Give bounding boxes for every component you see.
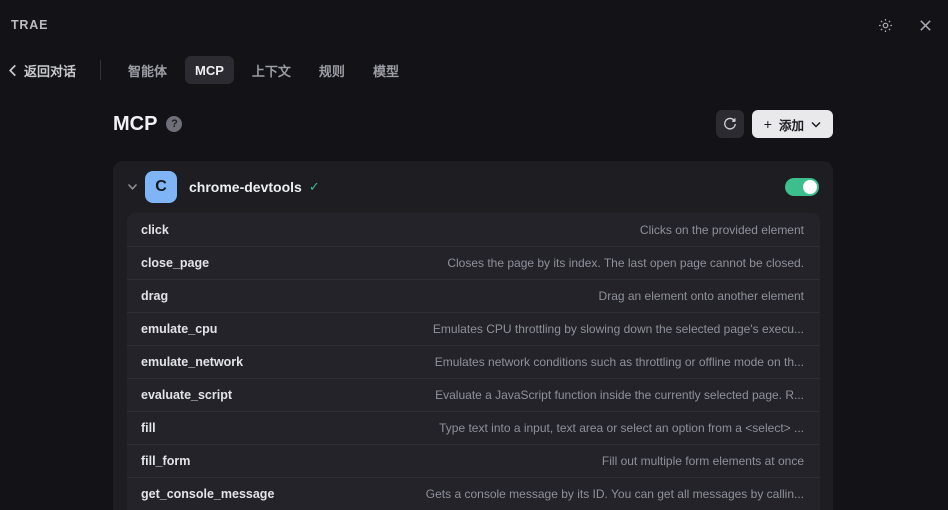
tab-agents[interactable]: 智能体	[118, 56, 177, 84]
help-icon[interactable]: ?	[166, 116, 183, 132]
tool-name: drag	[141, 289, 169, 303]
tool-description: Fill out multiple form elements at once	[601, 454, 804, 468]
nav-divider	[100, 60, 101, 80]
close-icon[interactable]	[914, 14, 936, 36]
tool-name: fill	[141, 421, 156, 435]
mcp-server-card: C chrome-devtools ✓ click Clicks on the …	[113, 161, 833, 510]
tool-description: Emulates CPU throttling by slowing down …	[432, 322, 804, 336]
tool-description: Type text into a input, text area or sel…	[439, 421, 804, 435]
tool-row-click[interactable]: click Clicks on the provided element	[127, 213, 820, 246]
back-label: 返回对话	[24, 63, 77, 79]
page-title: MCP	[113, 112, 158, 135]
tool-row-close-page[interactable]: close_page Closes the page by its index.…	[127, 246, 820, 279]
tool-description: Drag an element onto another element	[598, 289, 804, 303]
tab-list: 智能体 MCP 上下文 规则 模型	[118, 56, 409, 84]
tool-name: get_console_message	[141, 487, 275, 501]
tool-name: evaluate_script	[141, 388, 233, 402]
tool-row-get-console-message[interactable]: get_console_message Gets a console messa…	[127, 477, 820, 510]
refresh-button[interactable]	[715, 110, 744, 138]
back-to-chat-link[interactable]: 返回对话	[8, 56, 76, 84]
refresh-icon	[723, 117, 736, 130]
tool-name: close_page	[141, 256, 210, 270]
add-button-label: 添加	[778, 118, 804, 133]
server-avatar: C	[145, 171, 177, 203]
page-header: MCP ? + 添加	[113, 108, 833, 140]
tool-description: Evaluate a JavaScript function inside th…	[435, 388, 804, 402]
tool-row-fill[interactable]: fill Type text into a input, text area o…	[127, 411, 820, 444]
chevron-down-icon	[811, 121, 821, 128]
tool-name: click	[141, 222, 169, 237]
tool-row-evaluate-script[interactable]: evaluate_script Evaluate a JavaScript fu…	[127, 378, 820, 411]
server-card-header: C chrome-devtools ✓	[113, 161, 833, 213]
chevron-left-icon	[8, 64, 16, 76]
settings-nav: 返回对话 智能体 MCP 上下文 规则 模型	[0, 56, 948, 84]
tool-description: Closes the page by its index. The last o…	[447, 256, 804, 270]
tool-description: Gets a console message by its ID. You ca…	[425, 487, 804, 501]
tab-mcp[interactable]: MCP	[185, 56, 234, 84]
tool-row-fill-form[interactable]: fill_form Fill out multiple form element…	[127, 444, 820, 477]
add-mcp-button[interactable]: + 添加	[751, 110, 833, 138]
tool-row-drag[interactable]: drag Drag an element onto another elemen…	[127, 279, 820, 312]
settings-gear-icon[interactable]	[874, 14, 896, 36]
tools-table: click Clicks on the provided element clo…	[127, 213, 820, 510]
tool-description: Clicks on the provided element	[639, 222, 804, 237]
plus-icon: +	[763, 116, 772, 132]
status-check-icon: ✓	[308, 179, 320, 194]
tab-context[interactable]: 上下文	[242, 56, 301, 84]
toggle-knob	[803, 180, 817, 194]
tool-name: emulate_network	[141, 355, 244, 369]
title-bar: TRAE	[0, 0, 948, 48]
tab-models[interactable]: 模型	[363, 56, 409, 84]
tool-description: Emulates network conditions such as thro…	[434, 355, 804, 369]
server-name: chrome-devtools	[189, 179, 302, 195]
tool-name: emulate_cpu	[141, 322, 218, 336]
app-title: TRAE	[11, 18, 49, 32]
collapse-chevron-icon[interactable]	[123, 178, 141, 196]
tool-row-emulate-cpu[interactable]: emulate_cpu Emulates CPU throttling by s…	[127, 312, 820, 345]
tool-row-emulate-network[interactable]: emulate_network Emulates network conditi…	[127, 345, 820, 378]
server-enabled-toggle[interactable]	[785, 178, 819, 196]
tool-name: fill_form	[141, 454, 191, 468]
tab-rules[interactable]: 规则	[309, 56, 355, 84]
